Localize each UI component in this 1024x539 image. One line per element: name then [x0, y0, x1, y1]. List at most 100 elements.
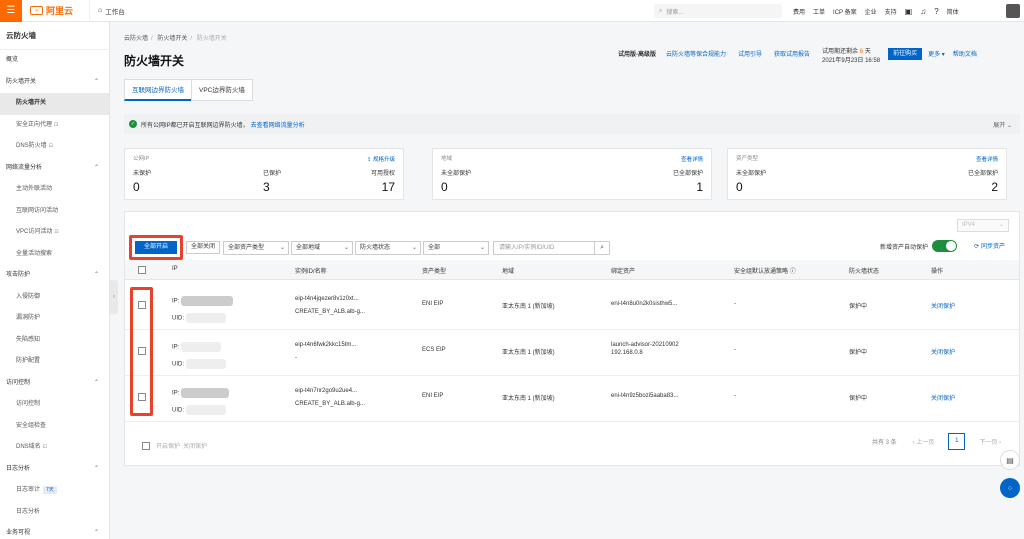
asset-details-link[interactable]: 查看详情 — [976, 155, 998, 163]
sidebar-item[interactable]: 失陷感知 — [0, 330, 109, 352]
sidebar-item-label: 安全正向代理 — [16, 121, 53, 128]
fully-protected-label: 已全部保护 — [672, 171, 703, 177]
chevron-up-icon: ⌃ — [93, 379, 99, 386]
select-all-checkbox[interactable] — [138, 266, 146, 274]
apps-icon[interactable]: ⁘ — [1000, 478, 1020, 498]
sidebar-group[interactable]: 网络流量分析 ⌃ — [0, 158, 109, 180]
compliance-link[interactable]: 云防火墙等保合规能力 — [666, 49, 726, 58]
chevron-up-icon: ⌃ — [93, 272, 99, 278]
sidebar-item-label: 业务可视 — [6, 530, 31, 536]
open-all-button[interactable]: 全部开启 — [135, 241, 178, 254]
sidebar: 云防火墙 概览 防火墙开关 ⌃ 防火墙开关 安全正向代理 ⊡ DNS防火墙 ⊡ 网络流量分析 ⌃ 主… — [0, 22, 110, 539]
sidebar-item[interactable]: 防护配置 — [0, 351, 109, 373]
sync-assets-button[interactable]: ⟳ 同步资产 — [974, 241, 1005, 250]
batch-close-button[interactable]: 关闭保护 — [183, 441, 207, 450]
disable-protection-link[interactable]: 关闭保护 — [931, 301, 955, 310]
trial-guide-link[interactable]: 试用引导 — [738, 49, 762, 58]
trial-remaining: 试用期还剩余 6 天 2021年9月23日 16:58 — [822, 49, 881, 64]
more-menu[interactable]: 更多 ▾ — [928, 49, 945, 58]
avatar[interactable] — [1006, 4, 1020, 18]
sidebar-item-label: 漏洞防护 — [16, 315, 41, 321]
sidebar-item[interactable]: 全量活动搜索 — [0, 244, 109, 266]
sidebar-group[interactable]: 攻击防护 ⌃ — [0, 265, 109, 287]
sidebar-item[interactable]: 安全组检查 — [0, 416, 109, 438]
sidebar-item[interactable]: 安全正向代理 ⊡ — [0, 115, 109, 137]
public-ip-card: 公网IP ⇪ 规格升级 未保护 已保护 可用授权 0 3 17 — [124, 148, 404, 200]
sidebar-group[interactable]: 访问控制 ⌃ — [0, 373, 109, 395]
close-all-button[interactable]: 全部关闭 — [186, 241, 221, 254]
nav-support[interactable]: 支持 — [885, 7, 897, 16]
notice-text: 所有公网IP都已开启互联网边界防火墙， — [141, 122, 249, 129]
search-icon[interactable]: ⌕ — [595, 240, 611, 255]
sidebar-item-label: 日志分析 — [6, 465, 31, 472]
sidebar-item[interactable]: 日志分析 — [0, 502, 109, 524]
trial-report-link[interactable]: 获取试用报告 — [774, 49, 810, 58]
sidebar-group[interactable]: 防火墙开关 ⌃ — [0, 72, 109, 94]
terminal-icon[interactable]: ▣ — [905, 7, 913, 16]
nav-billing[interactable]: 费用 — [793, 7, 805, 16]
status-cell: 保护中 — [849, 396, 868, 402]
breadcrumb-item[interactable]: 防火墙开关 — [157, 36, 187, 42]
available-license-label: 可用授权 — [370, 171, 395, 177]
sidebar-item[interactable]: DNS域名 ⊡ — [0, 437, 109, 459]
tab-internet-firewall[interactable]: 互联网边界防火墙 — [124, 79, 192, 101]
sidebar-item[interactable]: 入侵防御 — [0, 287, 109, 309]
info-icon: ⓘ — [789, 269, 796, 275]
global-search-input[interactable]: ⌕ 搜索... — [654, 4, 782, 18]
chat-icon[interactable]: ▤ — [1000, 450, 1020, 470]
workbench-label: 工作台 — [105, 8, 125, 16]
sidebar-item[interactable]: DNS防火墙 ⊡ — [0, 136, 109, 158]
help-icon[interactable]: ? — [934, 7, 938, 16]
footer-select-all-checkbox[interactable] — [142, 441, 150, 450]
fully-protected-count: 1 — [696, 180, 703, 194]
traffic-analysis-link[interactable]: 去查看网络流量分析 — [251, 120, 305, 129]
next-page-button[interactable]: 下一页 › — [979, 437, 1001, 446]
auto-protect-toggle[interactable] — [932, 240, 957, 252]
bound-asset-cell: eni-t4n9z5bozi5aaba83... — [611, 393, 679, 399]
blurred-uid — [185, 313, 226, 323]
fully-protected-count: 2 — [991, 180, 998, 194]
brand-logo[interactable]: − 阿里云 — [30, 4, 73, 17]
sidebar-item[interactable]: 防火墙开关 — [0, 93, 109, 115]
ip-version-select[interactable]: IPV4 ⌄ — [957, 219, 1009, 232]
breadcrumb-item[interactable]: 云防火墙 — [124, 36, 148, 42]
status-filter-select[interactable]: 全部 ⌄ — [423, 240, 490, 255]
sidebar-item[interactable]: VPC访问活动 ⊡ — [0, 222, 109, 244]
firewall-status-select[interactable]: 防火墙状态 ⌄ — [355, 240, 422, 255]
bell-icon[interactable]: ♫ — [920, 7, 926, 16]
sidebar-item[interactable]: 主动外联活动 — [0, 179, 109, 201]
batch-open-button[interactable]: 开启保护 — [156, 441, 180, 450]
sidebar-item[interactable]: 日志审计 7天 — [0, 480, 109, 502]
sidebar-group[interactable]: 日志分析 ⌃ — [0, 459, 109, 481]
firewall-tabs: 互联网边界防火墙 VPC边界防火墙 — [124, 79, 253, 101]
workbench-link[interactable]: ⌂ 工作台 — [89, 0, 125, 22]
expand-toggle[interactable]: 展开 ⌄ — [993, 120, 1012, 129]
upgrade-link[interactable]: ⇪ 规格升级 — [367, 155, 395, 163]
menu-icon[interactable]: ☰ — [0, 0, 22, 22]
nav-icp[interactable]: ICP 备案 — [833, 7, 857, 16]
nav-enterprise[interactable]: 企业 — [865, 7, 877, 16]
nav-ticket[interactable]: 工单 — [813, 7, 825, 16]
sidebar-group[interactable]: 业务可视 ⌃ — [0, 523, 109, 539]
region-select[interactable]: 全部地域 ⌄ — [291, 240, 354, 255]
not-fully-protected-label: 未全部保护 — [736, 171, 767, 177]
col-action: 操作 — [931, 269, 944, 275]
disable-protection-link[interactable]: 关闭保护 — [931, 347, 955, 356]
language-switch[interactable]: 简体 — [947, 7, 959, 16]
instance-cell: eip-t4n7nr2go9u2ue4... CREATE_BY_ALB.alb-… — [295, 388, 365, 407]
asset-search-input[interactable]: 请输入IP/实例ID/UID — [493, 240, 596, 255]
prev-page-button[interactable]: ‹ 上一页 — [913, 437, 935, 446]
blurred-ip — [181, 388, 230, 398]
disable-protection-link[interactable]: 关闭保护 — [931, 393, 955, 402]
current-page[interactable]: 1 — [948, 433, 966, 450]
help-doc-link[interactable]: 帮助文档 — [953, 49, 977, 58]
sidebar-collapse-handle[interactable]: ‹ — [110, 280, 118, 314]
buy-button[interactable]: 前往购买 — [888, 48, 923, 60]
sidebar-item[interactable]: 漏洞防护 — [0, 308, 109, 330]
sidebar-item[interactable]: 互联网访问活动 — [0, 201, 109, 223]
sidebar-item[interactable]: 访问控制 — [0, 394, 109, 416]
sidebar-item[interactable]: 概览 — [0, 50, 109, 72]
asset-type-select[interactable]: 全部资产类型 ⌄ — [223, 240, 290, 255]
tab-vpc-firewall[interactable]: VPC边界防火墙 — [191, 79, 253, 101]
region-details-link[interactable]: 查看详情 — [681, 155, 703, 163]
